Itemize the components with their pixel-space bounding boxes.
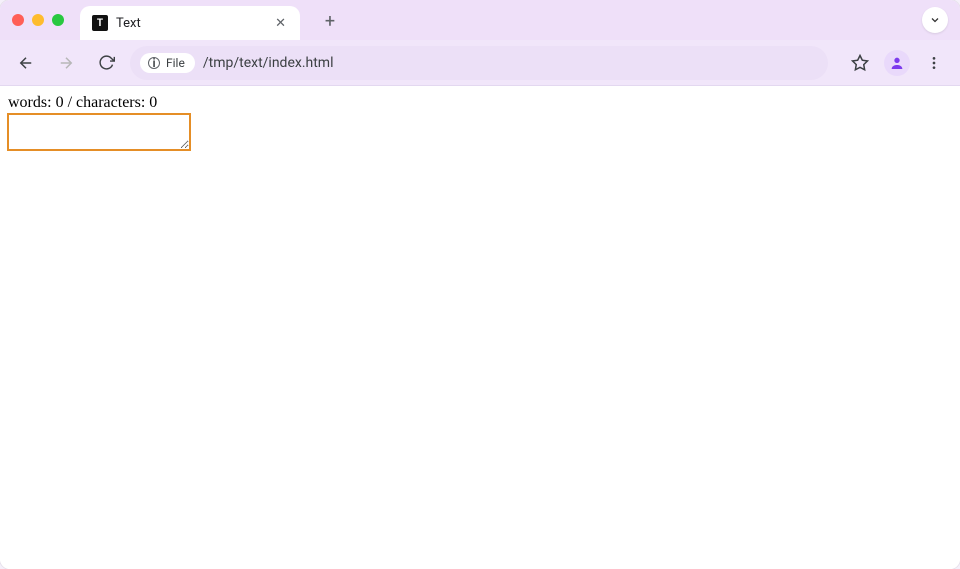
bookmark-button[interactable] [844,47,876,79]
tabs-dropdown-button[interactable] [922,7,948,33]
window-controls [12,14,64,26]
browser-toolbar: i File /tmp/text/index.html [0,40,960,86]
star-icon [851,54,869,72]
profile-button[interactable] [884,50,910,76]
tab-favicon-icon: T [92,15,108,31]
reload-button[interactable] [90,47,122,79]
characters-label: characters: [76,94,149,111]
text-input[interactable] [8,114,190,150]
close-tab-icon[interactable]: ✕ [273,15,288,32]
browser-window: T Text ✕ + i File /tmp/text/index.html [0,0,960,569]
toolbar-right [844,47,950,79]
person-icon [889,55,905,71]
word-count-value: 0 [56,94,64,111]
window-close-icon[interactable] [12,14,24,26]
window-fullscreen-icon[interactable] [52,14,64,26]
window-minimize-icon[interactable] [32,14,44,26]
back-button[interactable] [10,47,42,79]
counter-separator: / [64,94,76,111]
overflow-menu-button[interactable] [918,47,950,79]
browser-tab[interactable]: T Text ✕ [80,6,300,40]
reload-icon [98,54,115,71]
arrow-left-icon [17,54,35,72]
arrow-right-icon [57,54,75,72]
info-icon: i [148,57,160,69]
forward-button[interactable] [50,47,82,79]
url-scheme-chip[interactable]: i File [140,53,195,73]
new-tab-button[interactable]: + [316,8,344,36]
page-content: words: 0 / characters: 0 [0,86,960,569]
words-label: words: [8,94,56,111]
titlebar: T Text ✕ + [0,0,960,40]
counter-line: words: 0 / characters: 0 [8,94,952,112]
char-count-value: 0 [149,94,157,111]
chevron-down-icon [929,14,941,26]
url-text: /tmp/text/index.html [203,55,334,71]
tab-title: Text [116,16,265,31]
kebab-menu-icon [926,55,942,71]
address-bar[interactable]: i File /tmp/text/index.html [130,46,828,80]
url-scheme-label: File [166,56,185,70]
